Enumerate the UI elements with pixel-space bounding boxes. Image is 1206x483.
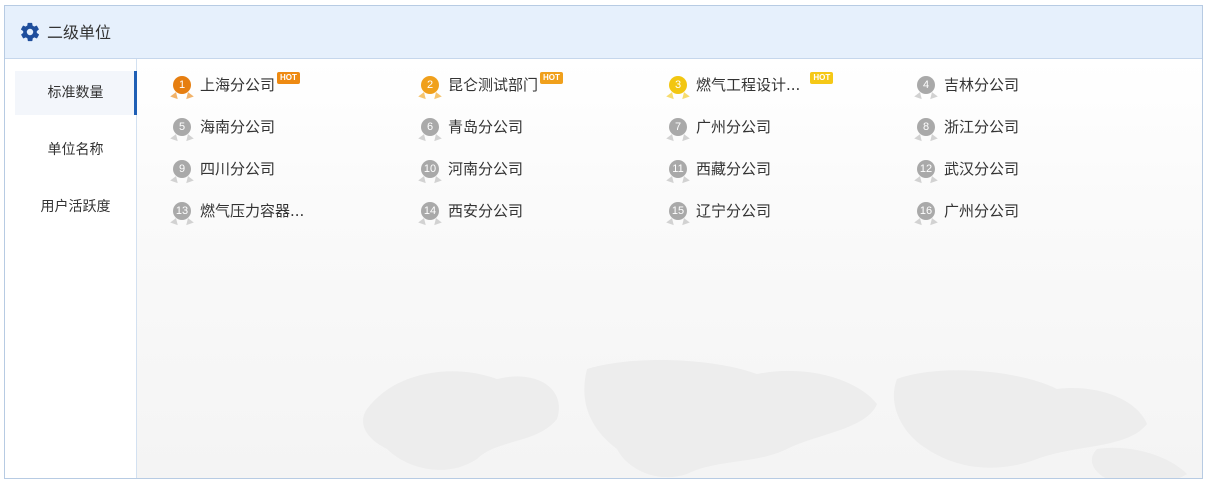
rank-medal-icon: 5 [173, 118, 191, 136]
unit-name: 昆仑测试部门 [448, 76, 539, 94]
rank-medal-icon: 13 [173, 202, 191, 220]
rank-medal-icon: 15 [669, 202, 687, 220]
tab-label: 用户活跃度 [40, 199, 111, 215]
rank-medal-icon: 7 [669, 118, 687, 136]
unit-name: 燃气工程设计... [696, 76, 801, 94]
ranking-item[interactable]: 3 燃气工程设计... HOT [669, 64, 834, 106]
ranking-item[interactable]: 15 辽宁分公司 [669, 190, 771, 232]
secondary-units-panel: 二级单位 标准数量 单位名称 用户活跃度 1 上海分公司 HOT 2 昆仑测试部… [4, 5, 1203, 479]
ranking-item[interactable]: 2 昆仑测试部门 HOT [421, 64, 563, 106]
ranking-item[interactable]: 1 上海分公司 HOT [173, 64, 300, 106]
tab-label: 标准数量 [47, 85, 104, 101]
ranking-item[interactable]: 7 广州分公司 [669, 106, 771, 148]
unit-name: 海南分公司 [200, 118, 276, 136]
rank-medal-icon: 11 [669, 160, 687, 178]
unit-name: 广州分公司 [944, 202, 1020, 220]
rank-medal-icon: 3 [669, 76, 687, 94]
tab-user-activity[interactable]: 用户活跃度 [15, 185, 136, 229]
rank-medal-icon: 6 [421, 118, 439, 136]
unit-name: 辽宁分公司 [696, 202, 772, 220]
hot-badge: HOT [277, 72, 300, 84]
ranking-item[interactable]: 13 燃气压力容器... [173, 190, 304, 232]
ranking-item[interactable]: 12 武汉分公司 [917, 148, 1019, 190]
ranking-item[interactable]: 8 浙江分公司 [917, 106, 1019, 148]
panel-title: 二级单位 [47, 23, 112, 42]
tab-unit-name[interactable]: 单位名称 [15, 128, 136, 172]
gear-icon [20, 22, 40, 42]
unit-name: 广州分公司 [696, 118, 772, 136]
rank-medal-icon: 14 [421, 202, 439, 220]
unit-name: 四川分公司 [200, 160, 276, 178]
unit-name: 武汉分公司 [944, 160, 1020, 178]
ranking-item[interactable]: 9 四川分公司 [173, 148, 275, 190]
tab-label: 单位名称 [47, 142, 104, 158]
ranking-item[interactable]: 16 广州分公司 [917, 190, 1019, 232]
unit-name: 西安分公司 [448, 202, 524, 220]
rank-medal-icon: 2 [421, 76, 439, 94]
rank-medal-icon: 1 [173, 76, 191, 94]
tab-standard-count[interactable]: 标准数量 [15, 71, 137, 115]
unit-name: 上海分公司 [200, 76, 276, 94]
ranking-item[interactable]: 4 吉林分公司 [917, 64, 1019, 106]
unit-name: 青岛分公司 [448, 118, 524, 136]
ranking-item[interactable]: 6 青岛分公司 [421, 106, 523, 148]
rank-medal-icon: 4 [917, 76, 935, 94]
world-map-watermark [363, 359, 1187, 478]
rank-medal-icon: 8 [917, 118, 935, 136]
unit-name: 浙江分公司 [944, 118, 1020, 136]
rank-medal-icon: 10 [421, 160, 439, 178]
rank-medal-icon: 12 [917, 160, 935, 178]
rank-medal-icon: 9 [173, 160, 191, 178]
panel-header: 二级单位 [5, 6, 1202, 59]
ranking-item[interactable]: 10 河南分公司 [421, 148, 523, 190]
unit-name: 西藏分公司 [696, 160, 772, 178]
ranking-item[interactable]: 5 海南分公司 [173, 106, 275, 148]
hot-badge: HOT [810, 72, 834, 84]
sidebar: 标准数量 单位名称 用户活跃度 [5, 59, 137, 478]
rank-medal-icon: 16 [917, 202, 935, 220]
unit-name: 燃气压力容器... [200, 202, 305, 220]
ranking-item[interactable]: 14 西安分公司 [421, 190, 523, 232]
unit-name: 河南分公司 [448, 160, 524, 178]
ranking-content: 1 上海分公司 HOT 2 昆仑测试部门 HOT 3 燃气工程设计... HOT… [137, 59, 1202, 478]
unit-name: 吉林分公司 [944, 76, 1020, 94]
ranking-item[interactable]: 11 西藏分公司 [669, 148, 771, 190]
hot-badge: HOT [540, 72, 563, 84]
